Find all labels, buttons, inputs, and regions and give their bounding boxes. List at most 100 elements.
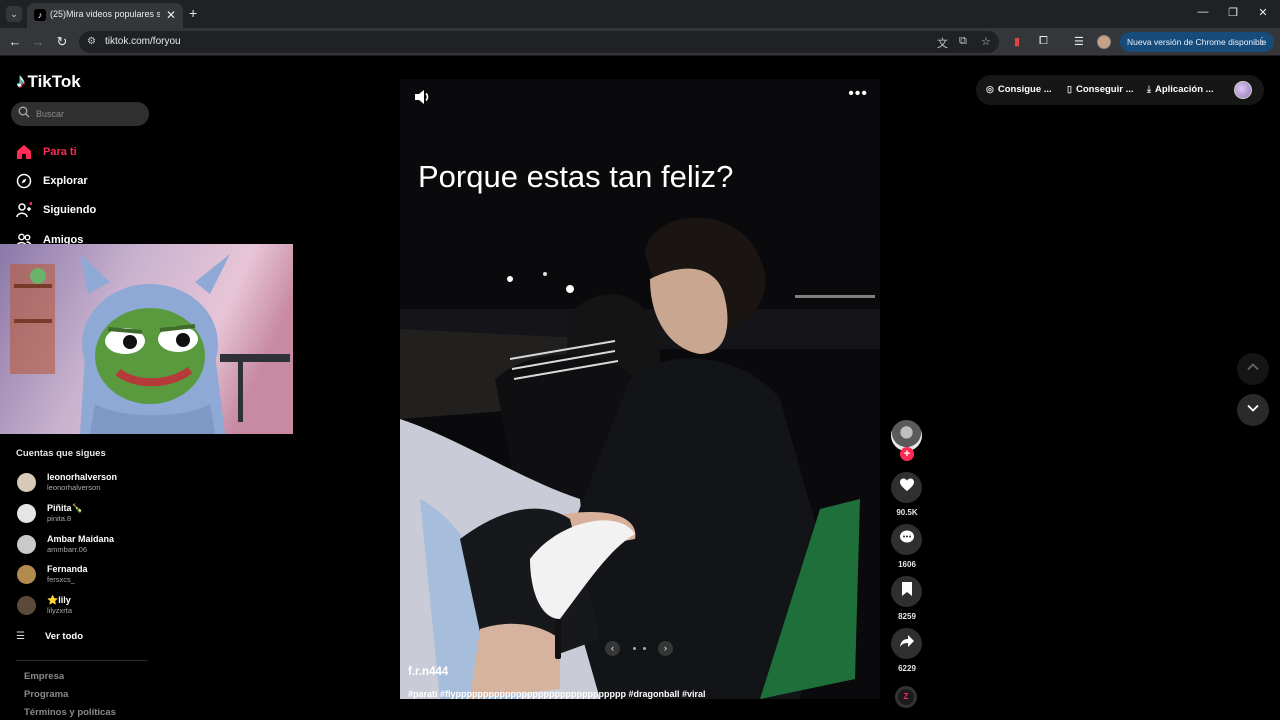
video-caption: Porque estas tan feliz? — [418, 159, 734, 194]
carousel-prev-button[interactable]: ‹ — [605, 641, 620, 656]
chrome-menu-icon[interactable]: ⋮ — [1257, 32, 1267, 52]
browser-toolbar: ← → ↻ ⚙ tiktok.com/foryou 文 ⧉ ☆ ▮ ⧠ ☰ — [0, 28, 1280, 56]
translate-icon[interactable]: 文 — [937, 35, 948, 51]
chevron-up-icon — [1246, 360, 1260, 379]
extension-icon[interactable]: ▮ — [1014, 35, 1020, 48]
tab-search-button[interactable]: ⌄ — [6, 6, 22, 22]
install-app-icon[interactable]: ⧉ — [959, 35, 967, 48]
logo-text: TikTok — [27, 72, 81, 91]
sidebar-item-explorar[interactable]: Explorar — [16, 166, 146, 195]
get-app-button[interactable]: ▯ Conseguir ... — [1067, 84, 1134, 95]
previous-video-button[interactable] — [1237, 353, 1269, 385]
download-app-button[interactable]: ⤓ Aplicación ... — [1147, 84, 1214, 95]
phone-icon: ▯ — [1067, 84, 1072, 94]
reload-icon[interactable]: ↻ — [54, 34, 70, 50]
coin-icon: ◎ — [986, 84, 994, 94]
search-input[interactable] — [36, 106, 141, 122]
account-name: ⭐lily — [47, 595, 71, 605]
account-name: Fernanda — [47, 564, 88, 574]
carousel-dot[interactable] — [633, 647, 636, 650]
tab-close-icon[interactable]: ✕ — [166, 8, 176, 22]
following-section-title: Cuentas que sigues — [16, 448, 106, 459]
heart-icon — [899, 477, 915, 498]
see-all-label: Ver todo — [45, 630, 84, 642]
comment-icon — [899, 529, 915, 550]
tiktok-logo[interactable]: ♪ TikTok — [16, 71, 81, 93]
home-icon — [16, 144, 32, 160]
pill-label: Consigue ... — [997, 84, 1052, 95]
sidebar-item-label: Para ti — [43, 145, 77, 158]
site-info-icon[interactable]: ⚙ — [87, 36, 99, 48]
address-bar[interactable]: ⚙ tiktok.com/foryou 文 ⧉ ☆ — [79, 31, 999, 53]
get-coins-button[interactable]: ◎ Consigue ... — [986, 84, 1052, 95]
avatar — [17, 535, 36, 554]
video-player[interactable]: ••• Porque estas tan feliz? ‹ › f.r.n444… — [400, 79, 880, 699]
avatar — [17, 504, 36, 523]
followed-account-item[interactable]: ⭐lily lilyzxrta — [16, 592, 156, 620]
account-handle: leonorhalverson — [47, 483, 101, 492]
forward-arrow-icon[interactable]: → — [30, 34, 46, 49]
video-author[interactable]: f.r.n444 — [408, 666, 448, 678]
sidebar-divider — [16, 660, 148, 661]
compass-icon — [16, 173, 32, 189]
restore-button[interactable]: ❐ — [1223, 6, 1243, 19]
more-options-icon[interactable]: ••• — [848, 85, 868, 103]
video-hashtags[interactable]: #parati #flypppppppppppppppppppppppppppp… — [408, 689, 878, 699]
pill-label: Conseguir ... — [1075, 84, 1134, 95]
browser-tab[interactable]: ♪ (25)Mira videos populares selec ✕ — [27, 3, 183, 28]
footer-link-terminos[interactable]: Términos y políticas — [24, 707, 116, 718]
like-count: 90.5K — [896, 508, 918, 517]
media-controls-icon[interactable]: ☰ — [1074, 35, 1084, 48]
tiktok-favicon-icon: ♪ — [34, 9, 46, 21]
footer-link-programa[interactable]: Programa — [24, 689, 68, 700]
webcam-overlay — [0, 244, 293, 434]
search-icon — [18, 106, 30, 118]
profile-avatar[interactable] — [1234, 81, 1252, 99]
followed-account-item[interactable]: leonorhalverson leonorhalverson — [16, 469, 156, 497]
sidebar-item-siguiendo[interactable]: Siguiendo — [16, 196, 146, 225]
account-handle: fersxcs_ — [47, 575, 75, 584]
comment-count: 1606 — [898, 560, 916, 569]
share-arrow-icon — [899, 633, 915, 654]
footer-link-empresa[interactable]: Empresa — [24, 671, 64, 682]
list-icon: ☰ — [16, 630, 25, 642]
follow-button[interactable]: + — [900, 447, 914, 461]
tab-title: (25)Mira videos populares selec — [50, 9, 160, 19]
back-arrow-icon[interactable]: ← — [7, 34, 23, 49]
chevron-down-icon — [1246, 401, 1260, 420]
avatar — [17, 596, 36, 615]
sidebar-item-para-ti[interactable]: Para ti — [16, 137, 146, 166]
carousel-dot[interactable] — [643, 647, 646, 650]
sidebar-nav: Para ti Explorar Siguiendo Amigos — [16, 137, 146, 255]
next-video-button[interactable] — [1237, 394, 1269, 426]
followed-account-item[interactable]: Ambar Maidana ammbarr.06 — [16, 531, 156, 559]
bookmark-star-icon[interactable]: ☆ — [981, 35, 991, 48]
browser-tabbar: ⌄ ♪ (25)Mira videos populares selec ✕ + … — [0, 0, 1280, 28]
see-all-button[interactable]: ☰ Ver todo — [16, 629, 83, 643]
new-tab-button[interactable]: + — [189, 5, 197, 21]
save-button[interactable] — [891, 576, 922, 607]
followed-account-item[interactable]: Piñita🍾 pinita.8 — [16, 500, 156, 528]
sidebar-item-label: Explorar — [43, 175, 88, 188]
search-box[interactable] — [11, 102, 149, 126]
chrome-update-button[interactable]: Nueva versión de Chrome disponible ⋮ — [1120, 32, 1274, 52]
user-follow-icon — [16, 202, 32, 218]
account-name: leonorhalverson — [47, 472, 118, 482]
music-disc-icon[interactable]: Z — [895, 686, 917, 708]
account-name: Ambar Maidana — [47, 534, 115, 544]
close-window-button[interactable]: ✕ — [1253, 6, 1273, 19]
download-icon: ⤓ — [1147, 84, 1151, 94]
like-button[interactable] — [891, 472, 922, 503]
volume-icon[interactable] — [412, 87, 432, 107]
carousel-next-button[interactable]: › — [658, 641, 673, 656]
comment-button[interactable] — [891, 524, 922, 555]
chrome-profile-avatar[interactable] — [1097, 35, 1111, 49]
url-text[interactable]: tiktok.com/foryou — [105, 36, 181, 47]
avatar — [17, 473, 36, 492]
share-button[interactable] — [891, 628, 922, 659]
save-count: 8259 — [898, 612, 916, 621]
minimize-button[interactable]: — — [1193, 6, 1213, 18]
tiktok-note-icon: ♪ — [16, 71, 26, 92]
extensions-puzzle-icon[interactable]: ⧠ — [1039, 35, 1048, 48]
followed-account-item[interactable]: Fernanda fersxcs_ — [16, 561, 156, 589]
